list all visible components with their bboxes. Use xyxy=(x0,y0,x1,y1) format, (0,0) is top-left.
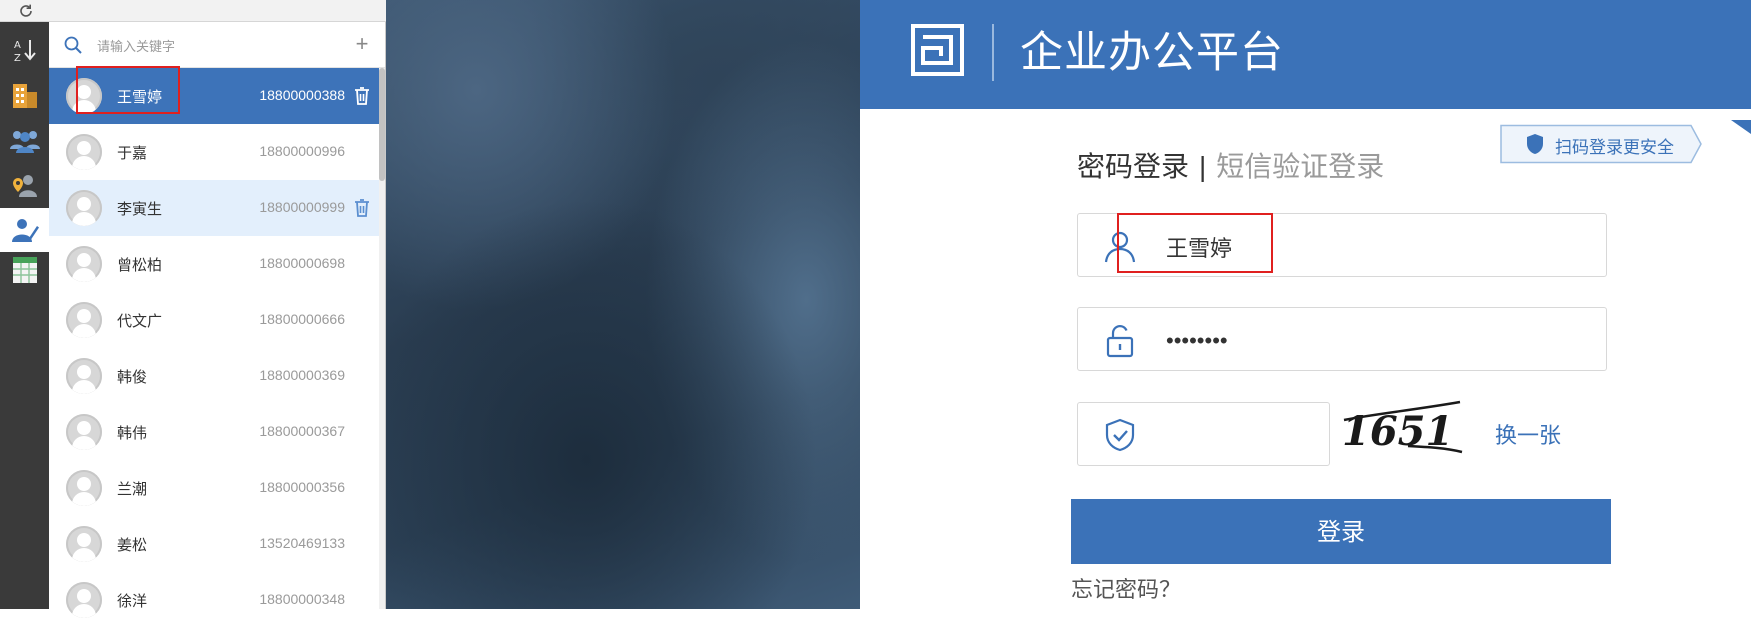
user-edit-icon[interactable] xyxy=(0,208,49,252)
login-button[interactable]: 登录 xyxy=(1071,499,1611,564)
navigation-rail: A Z xyxy=(0,22,49,609)
refresh-captcha-link[interactable]: 换一张 xyxy=(1495,418,1561,450)
avatar xyxy=(66,582,102,618)
search-bar: + xyxy=(49,22,385,68)
captcha-input[interactable] xyxy=(1164,419,1318,453)
contact-name: 王雪婷 xyxy=(117,89,163,106)
shield-icon xyxy=(1527,134,1543,154)
contact-name: 姜松 xyxy=(117,537,148,554)
search-icon xyxy=(64,36,82,54)
group-icon[interactable] xyxy=(9,124,41,156)
background-blur xyxy=(386,0,860,609)
contact-name: 曾松柏 xyxy=(117,257,163,274)
lock-icon xyxy=(1106,325,1134,358)
logo-icon xyxy=(911,24,964,76)
search-input[interactable] xyxy=(95,34,329,58)
username-field[interactable] xyxy=(1077,213,1607,277)
qr-login-text: 扫码登录更安全 xyxy=(1555,138,1674,157)
contact-name: 李寅生 xyxy=(117,201,163,218)
trash-icon[interactable] xyxy=(353,198,371,218)
refresh-icon[interactable] xyxy=(18,3,34,19)
tab-password-login[interactable]: 密码登录 xyxy=(1077,151,1189,182)
list-item[interactable]: 徐洋 18800000348 xyxy=(49,572,379,628)
password-field[interactable] xyxy=(1077,307,1607,371)
svg-text:A: A xyxy=(14,40,21,51)
avatar xyxy=(66,526,102,562)
contact-phone: 13520469133 xyxy=(259,535,345,551)
qr-corner-icon[interactable] xyxy=(1730,118,1751,138)
contact-phone: 18800000348 xyxy=(259,591,345,607)
tab-sms-login[interactable]: 短信验证登录 xyxy=(1216,151,1384,182)
contact-phone: 18800000369 xyxy=(259,367,345,383)
list-item[interactable]: 李寅生 18800000999 xyxy=(49,180,379,236)
title-bar xyxy=(0,0,386,22)
contact-phone: 18800000999 xyxy=(259,199,345,215)
header-title: 企业办公平台 xyxy=(1020,29,1284,77)
avatar xyxy=(66,190,102,226)
avatar xyxy=(66,358,102,394)
header-divider xyxy=(992,24,994,81)
list-item[interactable]: 王雪婷 18800000388 xyxy=(49,68,379,124)
list-item[interactable]: 韩伟 18800000367 xyxy=(49,404,379,460)
list-item[interactable]: 韩俊 18800000369 xyxy=(49,348,379,404)
contact-phone: 18800000388 xyxy=(259,87,345,103)
avatar xyxy=(66,246,102,282)
contact-name: 徐洋 xyxy=(117,593,148,610)
avatar xyxy=(66,78,102,114)
tab-separator: | xyxy=(1199,151,1207,182)
forgot-password-link[interactable]: 忘记密码？ xyxy=(1071,572,1181,604)
svg-text:Z: Z xyxy=(14,53,21,64)
user-location-icon[interactable] xyxy=(9,169,41,201)
contact-name: 韩俊 xyxy=(117,369,148,386)
user-icon xyxy=(1104,231,1136,263)
buildings-icon[interactable] xyxy=(9,79,41,111)
contact-list: 王雪婷 18800000388 于嘉 18800000996 李寅生 1880000099… xyxy=(49,68,379,628)
header-bar: 企业办公平台 xyxy=(860,0,1751,109)
avatar xyxy=(66,134,102,170)
contact-name: 于嘉 xyxy=(117,145,148,162)
contact-name: 韩伟 xyxy=(117,425,148,442)
list-item[interactable]: 于嘉 18800000996 xyxy=(49,124,379,180)
captcha-image[interactable]: 1651 xyxy=(1338,400,1468,456)
spreadsheet-icon[interactable] xyxy=(9,254,41,286)
contact-phone: 18800000996 xyxy=(259,143,345,159)
contact-phone: 18800000356 xyxy=(259,479,345,495)
list-item[interactable]: 兰潮 18800000356 xyxy=(49,460,379,516)
contact-phone: 18800000367 xyxy=(259,423,345,439)
shield-check-icon xyxy=(1105,418,1135,452)
contacts-panel: + 王雪婷 18800000388 于嘉 18800000996 李寅生 18800000… xyxy=(49,22,386,618)
add-contact-button[interactable]: + xyxy=(352,33,372,55)
captcha-field[interactable] xyxy=(1077,402,1330,466)
list-item[interactable]: 代文广 18800000666 xyxy=(49,292,379,348)
contact-phone: 18800000698 xyxy=(259,255,345,271)
sort-az-icon[interactable]: A Z xyxy=(9,34,41,66)
trash-icon[interactable] xyxy=(353,86,371,106)
list-item[interactable]: 姜松 13520469133 xyxy=(49,516,379,572)
contact-name: 兰潮 xyxy=(117,481,148,498)
avatar xyxy=(66,302,102,338)
list-item[interactable]: 曾松柏 18800000698 xyxy=(49,236,379,292)
login-tabs: 密码登录 | 短信验证登录 xyxy=(1077,145,1384,189)
username-input[interactable] xyxy=(1164,230,1588,264)
qr-login-badge[interactable]: 扫码登录更安全 xyxy=(1499,124,1709,164)
contact-phone: 18800000666 xyxy=(259,311,345,327)
avatar xyxy=(66,470,102,506)
scrollbar-thumb[interactable] xyxy=(379,68,385,181)
contact-name: 代文广 xyxy=(117,313,163,330)
avatar xyxy=(66,414,102,450)
password-input[interactable] xyxy=(1164,324,1588,358)
